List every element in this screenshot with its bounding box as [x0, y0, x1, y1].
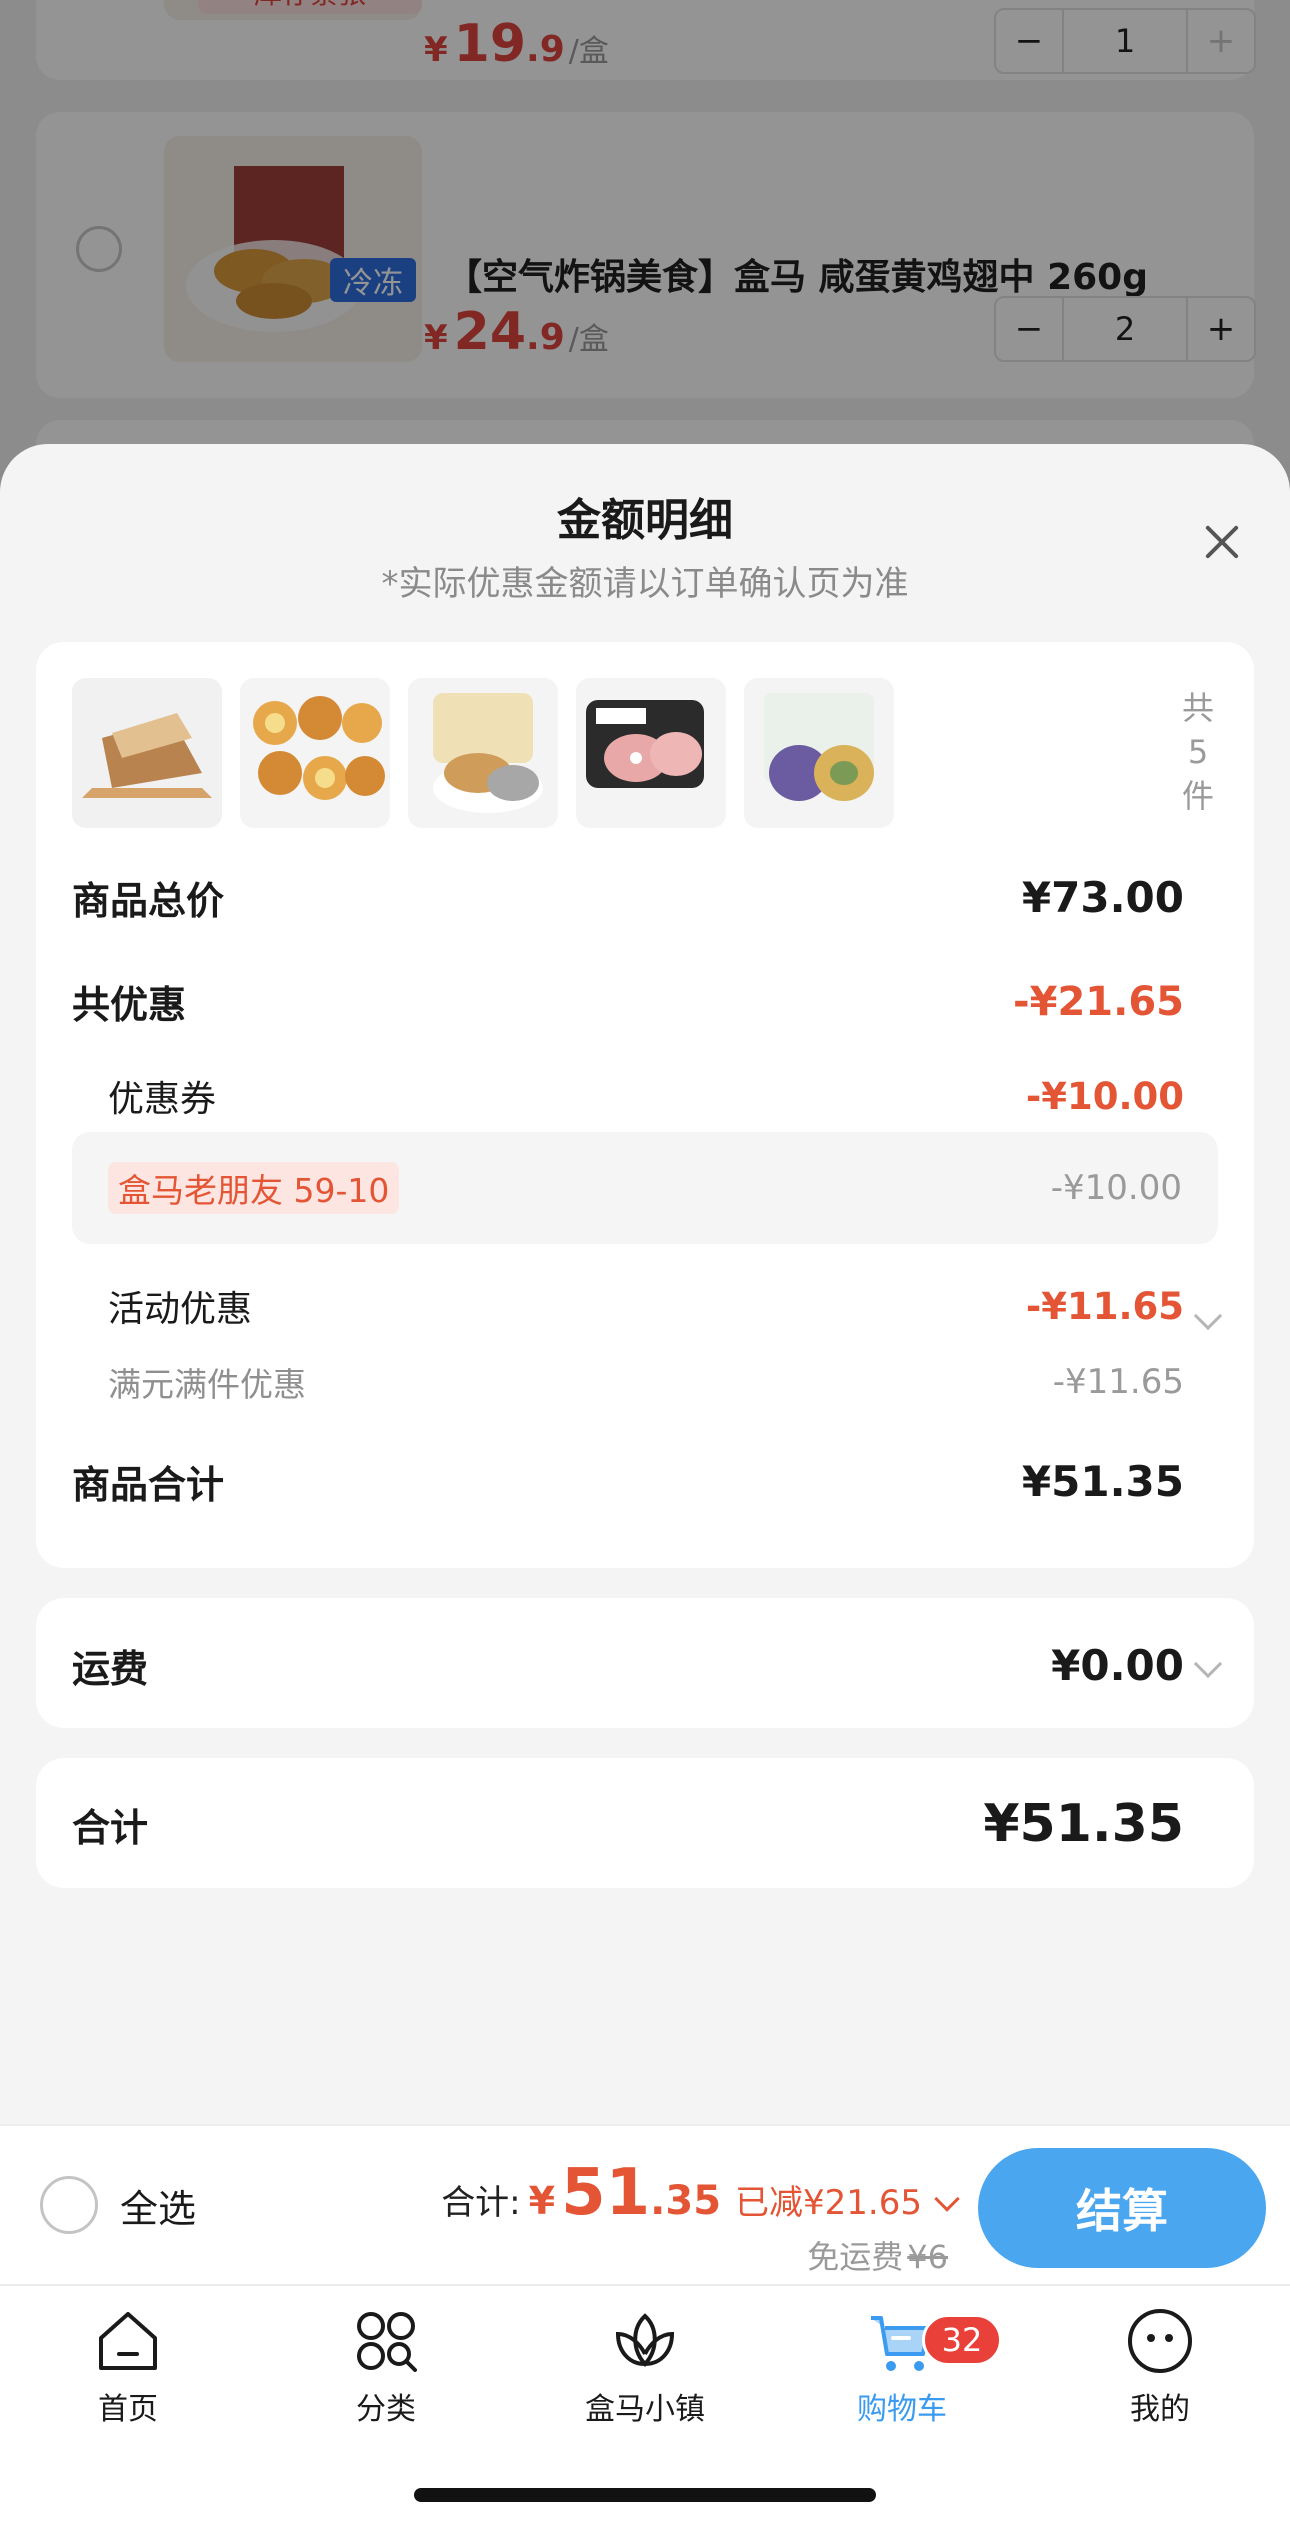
coupon-row: 优惠券 -¥10.00 — [108, 1074, 1184, 1121]
home-indicator — [414, 2488, 876, 2502]
sheet-subtitle: *实际优惠金额请以订单确认页为准 — [381, 564, 909, 604]
subtotal-row: 商品合计 ¥51.35 — [72, 1457, 1184, 1507]
reduced-amount: 已减¥21.65 — [735, 2183, 922, 2223]
product-thumbnail — [408, 678, 558, 828]
sheet-title: 金额明细 — [557, 495, 733, 546]
activity-sub-row: 满元满件优惠 -¥11.65 — [108, 1362, 1184, 1404]
activity-discount-row[interactable]: 活动优惠 -¥11.65 — [72, 1280, 1184, 1332]
tab-hema-town[interactable]: 盒马小镇 — [555, 2306, 735, 2428]
total-discount-row: 共优惠 -¥21.65 — [72, 978, 1184, 1028]
price-breakdown-panel: 共 5 件 商品总价 ¥73.00 共优惠 -¥21.65 优惠券 -¥10.0… — [36, 642, 1254, 1568]
checkout-total[interactable]: 合计: ¥ 51 .35 已减¥21.65 — [441, 2156, 960, 2230]
free-shipping-note: 免运费 ¥6 — [807, 2238, 948, 2276]
home-icon — [99, 2312, 157, 2370]
grand-total-row: 合计 ¥51.35 — [72, 1794, 1184, 1854]
product-thumbnail — [744, 678, 894, 828]
tab-home[interactable]: 首页 — [38, 2306, 218, 2428]
cart-badge: 32 — [922, 2314, 1002, 2366]
grand-total-panel: 合计 ¥51.35 — [36, 1758, 1254, 1888]
select-all-label: 全选 — [120, 2186, 197, 2231]
coupon-detail-box: 盒马老朋友 59-10 -¥10.00 — [72, 1132, 1218, 1244]
lotus-icon — [615, 2313, 675, 2367]
item-count: 共 5 件 — [1181, 689, 1214, 815]
chevron-down-icon[interactable] — [1193, 1301, 1223, 1331]
select-all-radio[interactable] — [40, 2176, 98, 2234]
goods-total-row: 商品总价 ¥73.00 — [72, 873, 1184, 923]
shipping-panel[interactable]: 运费 ¥0.00 — [36, 1598, 1254, 1728]
product-thumbnail — [240, 678, 390, 828]
tab-category[interactable]: 分类 — [296, 2306, 476, 2428]
tab-cart[interactable]: 32 购物车 — [812, 2306, 1002, 2428]
checkout-bar: 全选 合计: ¥ 51 .35 已减¥21.65 免运费 ¥6 结算 — [0, 2124, 1290, 2284]
checkout-button[interactable]: 结算 — [978, 2148, 1266, 2268]
product-thumbnail — [72, 678, 222, 828]
amount-detail-sheet: 金额明细 *实际优惠金额请以订单确认页为准 共 5 件 商品总价 ¥73.00 … — [0, 444, 1290, 2124]
shipping-row: 运费 ¥0.00 — [72, 1641, 1184, 1691]
tab-profile[interactable]: 我的 — [1070, 2306, 1250, 2428]
coupon-tag: 盒马老朋友 59-10 — [108, 1162, 400, 1214]
smiley-icon — [1128, 2309, 1192, 2373]
chevron-down-icon[interactable] — [1193, 1649, 1223, 1679]
close-icon[interactable] — [1200, 520, 1244, 564]
category-icon — [357, 2312, 417, 2372]
product-thumbnails — [72, 678, 894, 828]
product-thumbnail — [576, 678, 726, 828]
chevron-down-icon[interactable] — [934, 2186, 960, 2212]
coupon-amount: -¥10.00 — [1050, 1168, 1182, 1208]
select-all[interactable]: 全选 — [40, 2176, 196, 2234]
